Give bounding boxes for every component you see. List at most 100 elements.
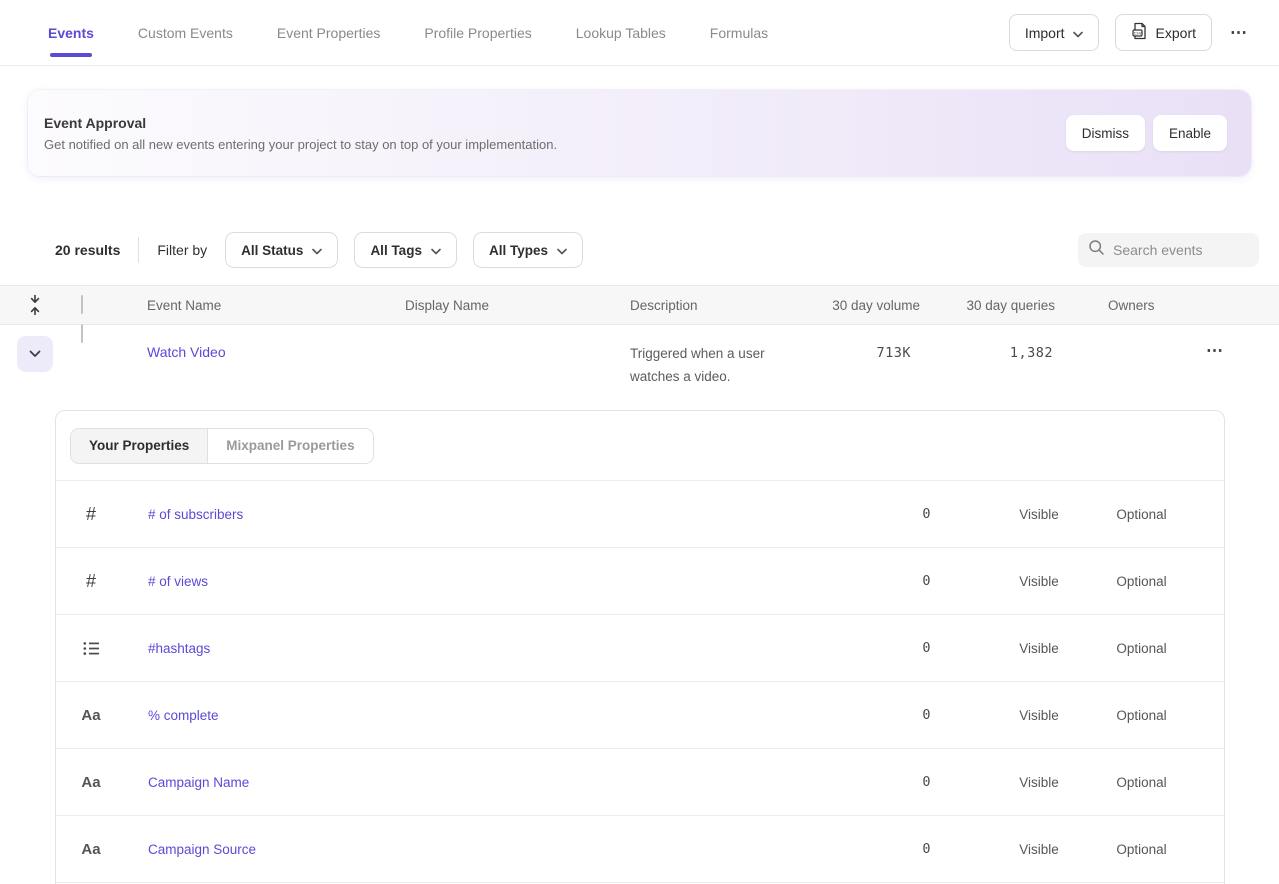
property-value: 0 xyxy=(824,573,934,589)
property-visibility: Visible xyxy=(934,574,1084,589)
column-header-display-name: Display Name xyxy=(388,298,613,313)
text-icon: Aa xyxy=(56,707,126,724)
property-visibility: Visible xyxy=(934,775,1084,790)
filter-by-label: Filter by xyxy=(157,242,207,258)
volume-30d-value: 713K xyxy=(773,345,920,361)
property-row: #hashtags 0 Visible Optional xyxy=(56,615,1224,682)
property-row: # # of subscribers 0 Visible Optional xyxy=(56,481,1224,548)
types-filter-dropdown[interactable]: All Types xyxy=(473,232,583,268)
divider xyxy=(138,237,139,263)
tab-mixpanel-properties[interactable]: Mixpanel Properties xyxy=(208,429,372,463)
property-requirement: Optional xyxy=(1084,842,1224,857)
banner-actions: Dismiss Enable xyxy=(1066,115,1227,151)
number-icon: # xyxy=(56,571,126,592)
properties-segmented-control: Your Properties Mixpanel Properties xyxy=(70,428,374,464)
property-requirement: Optional xyxy=(1084,507,1224,522)
properties-tab-bar: Your Properties Mixpanel Properties xyxy=(56,411,1224,481)
banner-title: Event Approval xyxy=(44,115,557,131)
property-row: Aa Campaign Source 0 Visible Optional xyxy=(56,816,1224,883)
chevron-down-icon xyxy=(557,243,567,258)
types-filter-label: All Types xyxy=(489,243,548,258)
banner-description: Get notified on all new events entering … xyxy=(44,137,557,152)
property-visibility: Visible xyxy=(934,842,1084,857)
chevron-down-icon xyxy=(312,243,322,258)
dismiss-button[interactable]: Dismiss xyxy=(1066,115,1145,151)
row-more-options-button[interactable]: ⋯ xyxy=(1204,337,1227,365)
property-name-link[interactable]: Campaign Source xyxy=(126,842,824,857)
import-button[interactable]: Import xyxy=(1009,14,1099,51)
property-requirement: Optional xyxy=(1084,708,1224,723)
tags-filter-dropdown[interactable]: All Tags xyxy=(354,232,457,268)
property-row: # # of views 0 Visible Optional xyxy=(56,548,1224,615)
property-requirement: Optional xyxy=(1084,641,1224,656)
top-navigation: Events Custom Events Event Properties Pr… xyxy=(0,0,1279,66)
property-name-link[interactable]: # of subscribers xyxy=(126,507,824,522)
property-value: 0 xyxy=(824,506,934,522)
property-row: Aa Campaign Name 0 Visible Optional xyxy=(56,749,1224,816)
property-visibility: Visible xyxy=(934,507,1084,522)
text-icon: Aa xyxy=(56,774,126,791)
event-approval-banner: Event Approval Get notified on all new e… xyxy=(28,90,1251,176)
tab-your-properties[interactable]: Your Properties xyxy=(71,429,208,463)
row-checkbox[interactable] xyxy=(81,324,83,343)
search-events-input[interactable] xyxy=(1113,242,1243,258)
property-name-link[interactable]: # of views xyxy=(126,574,824,589)
more-options-button[interactable]: ⋯ xyxy=(1228,19,1251,47)
search-icon xyxy=(1088,239,1105,261)
tab-events-label: Events xyxy=(48,25,94,41)
select-all-checkbox[interactable] xyxy=(81,295,83,314)
property-visibility: Visible xyxy=(934,641,1084,656)
list-icon xyxy=(56,641,126,656)
filter-toolbar: 20 results Filter by All Status All Tags… xyxy=(0,232,1279,268)
text-icon: Aa xyxy=(56,841,126,858)
description-cell: Triggered when a user watches a video. xyxy=(613,343,773,389)
tab-profile-properties[interactable]: Profile Properties xyxy=(424,19,531,47)
svg-text:csv: csv xyxy=(1133,32,1142,37)
events-table-header: Event Name Display Name Description 30 d… xyxy=(0,285,1279,325)
csv-file-icon: csv xyxy=(1131,22,1148,43)
banner-text: Event Approval Get notified on all new e… xyxy=(44,115,557,152)
column-header-30-day-queries: 30 day queries xyxy=(920,298,1055,313)
results-count: 20 results xyxy=(55,242,120,258)
chevron-down-icon xyxy=(29,345,41,363)
column-header-owners: Owners xyxy=(1055,298,1200,313)
tab-custom-events[interactable]: Custom Events xyxy=(138,19,233,47)
import-label: Import xyxy=(1025,25,1065,41)
tags-filter-label: All Tags xyxy=(370,243,422,258)
column-header-30-day-volume: 30 day volume xyxy=(773,298,920,313)
collapse-all-icon[interactable] xyxy=(0,293,70,317)
property-value: 0 xyxy=(824,774,934,790)
export-label: Export xyxy=(1156,25,1196,41)
property-visibility: Visible xyxy=(934,708,1084,723)
property-name-link[interactable]: Campaign Name xyxy=(126,775,824,790)
export-button[interactable]: csv Export xyxy=(1115,14,1212,51)
enable-button[interactable]: Enable xyxy=(1153,115,1227,151)
row-menu-cell: ⋯ xyxy=(1200,337,1279,365)
event-properties-panel: Your Properties Mixpanel Properties # # … xyxy=(55,410,1225,884)
column-header-description: Description xyxy=(613,298,773,313)
event-name-link[interactable]: Watch Video xyxy=(130,344,388,360)
tab-events[interactable]: Events xyxy=(48,19,94,47)
property-requirement: Optional xyxy=(1084,574,1224,589)
collapse-row-button[interactable] xyxy=(17,336,53,372)
chevron-down-icon xyxy=(431,243,441,258)
property-name-link[interactable]: #hashtags xyxy=(126,641,824,656)
property-value: 0 xyxy=(824,640,934,656)
tab-formulas[interactable]: Formulas xyxy=(710,19,768,47)
tab-event-properties[interactable]: Event Properties xyxy=(277,19,381,47)
nav-actions: Import csv Export ⋯ xyxy=(1009,14,1251,51)
property-name-link[interactable]: % complete xyxy=(126,708,824,723)
property-value: 0 xyxy=(824,707,934,723)
status-filter-label: All Status xyxy=(241,243,303,258)
queries-30d-value: 1,382 xyxy=(920,345,1055,361)
search-events-box[interactable] xyxy=(1078,233,1259,267)
status-filter-dropdown[interactable]: All Status xyxy=(225,232,338,268)
column-header-event-name: Event Name xyxy=(130,298,388,313)
property-value: 0 xyxy=(824,841,934,857)
tab-lookup-tables[interactable]: Lookup Tables xyxy=(576,19,666,47)
property-requirement: Optional xyxy=(1084,775,1224,790)
lexicon-tabs: Events Custom Events Event Properties Pr… xyxy=(48,19,768,47)
chevron-down-icon xyxy=(1073,25,1083,41)
number-icon: # xyxy=(56,504,126,525)
table-row-watch-video: Watch Video Triggered when a user watche… xyxy=(0,325,1279,395)
